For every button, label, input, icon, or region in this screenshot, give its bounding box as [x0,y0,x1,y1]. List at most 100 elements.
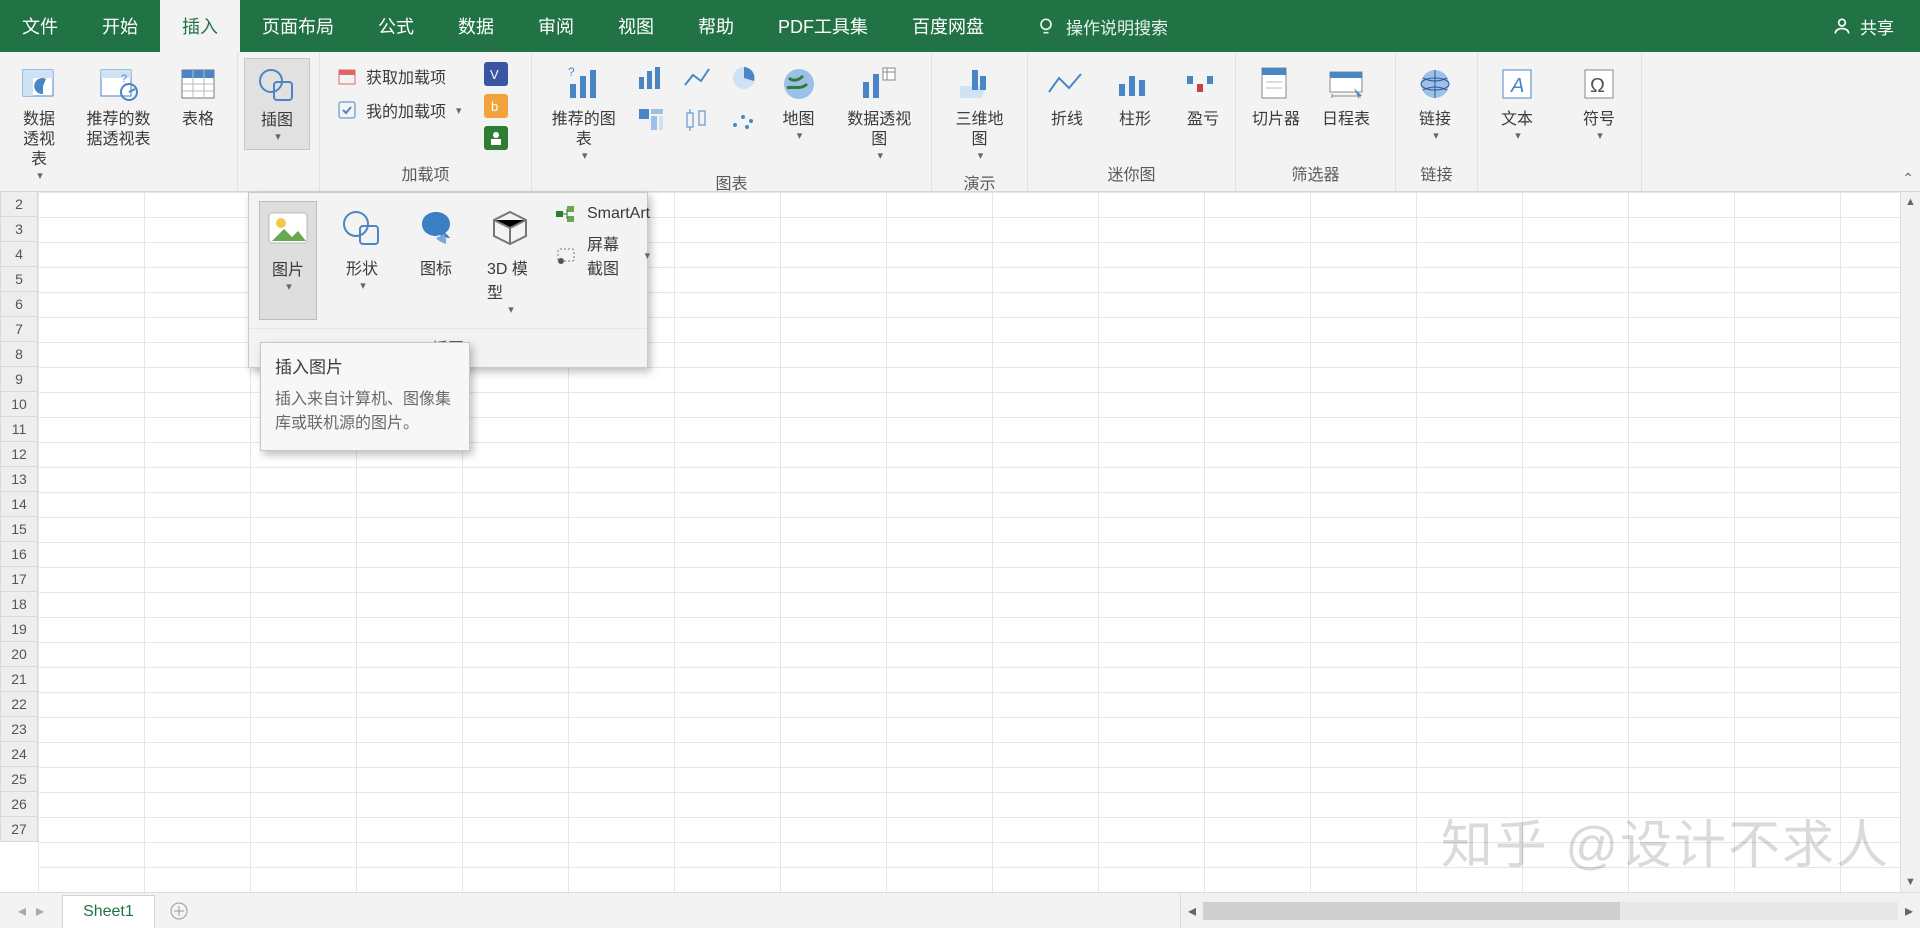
add-sheet-button[interactable] [155,893,203,928]
recommended-charts-button[interactable]: ? 推荐的图表▾ [540,58,628,168]
hscroll-thumb[interactable] [1203,902,1620,920]
row-header[interactable]: 7 [0,317,38,342]
table-button[interactable]: 表格 [167,58,229,134]
row-header[interactable]: 23 [0,717,38,742]
timeline-button[interactable]: 日程表 [1314,58,1378,134]
row-header[interactable]: 27 [0,817,38,842]
row-header[interactable]: 21 [0,667,38,692]
group-illustrations: 插图▾ [238,52,320,191]
sparkline-line-button[interactable]: 折线 [1036,58,1098,134]
row-header[interactable]: 25 [0,767,38,792]
scroll-left-icon[interactable]: ◂ [1181,901,1203,921]
hierarchy-chart-icon[interactable] [634,102,670,138]
nav-next-icon[interactable]: ▸ [36,901,44,921]
sheet-nav[interactable]: ◂ ▸ [0,893,62,928]
shapes-label: 形状 [346,255,378,279]
my-addins-button[interactable]: 我的加载项▾ [328,96,470,124]
sparkline-line-label: 折线 [1051,110,1083,130]
vertical-scrollbar[interactable]: ▲ ▼ [1900,192,1920,892]
insert-picture-button[interactable]: 图片▾ [259,201,317,320]
sheet-tab[interactable]: Sheet1 [62,895,155,928]
sparkline-column-button[interactable]: 柱形 [1104,58,1166,134]
scroll-up-icon[interactable]: ▲ [1901,192,1920,212]
group-charts: ? 推荐的图表▾ 地图▾ 数据透视图▾ 图表 [532,52,932,191]
statistic-chart-icon[interactable] [680,102,716,138]
row-header[interactable]: 18 [0,592,38,617]
line-chart-icon[interactable] [680,60,716,96]
tab-home[interactable]: 开始 [80,0,160,52]
illustrations-button[interactable]: 插图▾ [244,58,310,150]
group-tables: 数据透视表▾ ? 推荐的数据透视表 表格 表格 [0,52,238,191]
row-header[interactable]: 19 [0,617,38,642]
row-header[interactable]: 26 [0,792,38,817]
people-graph-icon[interactable] [484,126,510,152]
icons-icon [413,205,459,251]
scroll-down-icon[interactable]: ▼ [1901,872,1920,892]
row-header[interactable]: 2 [0,192,38,217]
row-header[interactable]: 20 [0,642,38,667]
row-header[interactable]: 4 [0,242,38,267]
tab-insert[interactable]: 插入 [160,0,240,52]
collapse-ribbon-icon[interactable]: ⌃ [1902,170,1914,187]
horizontal-scrollbar[interactable]: ◂ ▸ [1180,893,1920,928]
tab-pdf-tools[interactable]: PDF工具集 [756,0,890,52]
row-header[interactable]: 22 [0,692,38,717]
row-header[interactable]: 14 [0,492,38,517]
recommended-pivot-button[interactable]: ? 推荐的数据透视表 [76,58,161,154]
tab-formulas[interactable]: 公式 [356,0,436,52]
row-header[interactable]: 9 [0,367,38,392]
smartart-button[interactable]: SmartArt [555,203,650,225]
visio-icon[interactable]: V [484,62,510,88]
table-label: 表格 [182,110,214,130]
maps-button[interactable]: 地图▾ [768,58,830,148]
row-header[interactable]: 24 [0,742,38,767]
row-header[interactable]: 16 [0,542,38,567]
bing-icon[interactable]: b [484,94,510,120]
nav-prev-icon[interactable]: ◂ [18,901,26,921]
pie-chart-icon[interactable] [726,60,762,96]
svg-text:b: b [491,99,498,114]
text-button[interactable]: A 文本▾ [1486,58,1548,148]
row-header[interactable]: 11 [0,417,38,442]
get-addins-button[interactable]: 获取加载项 [328,62,470,90]
3d-models-button[interactable]: 3D 模型▾ [481,201,539,320]
symbol-label: 符号 [1583,110,1615,130]
svg-text:V: V [490,67,499,82]
3d-map-button[interactable]: 三维地图▾ [940,58,1019,168]
tab-baidu-netdisk[interactable]: 百度网盘 [890,0,1006,52]
pivottable-button[interactable]: 数据透视表▾ [8,58,70,188]
tab-review[interactable]: 审阅 [516,0,596,52]
tab-view[interactable]: 视图 [596,0,676,52]
my-addins-label: 我的加载项 [366,98,446,122]
symbol-button[interactable]: Ω 符号▾ [1568,58,1630,148]
tab-help[interactable]: 帮助 [676,0,756,52]
tab-file[interactable]: 文件 [0,0,80,52]
row-header[interactable]: 12 [0,442,38,467]
share-button[interactable]: 共享 [1806,0,1920,52]
scatter-chart-icon[interactable] [726,102,762,138]
pivotchart-button[interactable]: 数据透视图▾ [836,58,924,168]
tab-page-layout[interactable]: 页面布局 [240,0,356,52]
link-button[interactable]: 链接▾ [1404,58,1466,148]
row-header[interactable]: 13 [0,467,38,492]
row-header[interactable]: 15 [0,517,38,542]
3d-map-icon [958,62,1002,106]
row-header[interactable]: 17 [0,567,38,592]
recommended-charts-label: 推荐的图表 [548,110,620,150]
row-header[interactable]: 6 [0,292,38,317]
row-header[interactable]: 3 [0,217,38,242]
column-chart-icon[interactable] [634,60,670,96]
tab-data[interactable]: 数据 [436,0,516,52]
slicer-button[interactable]: 切片器 [1244,58,1308,134]
icons-button[interactable]: 图标 [407,201,465,320]
recommended-pivot-label: 推荐的数据透视表 [84,110,153,150]
scroll-right-icon[interactable]: ▸ [1898,901,1920,921]
tell-me-label: 操作说明搜索 [1066,14,1168,39]
sparkline-winloss-button[interactable]: 盈亏 [1172,58,1234,134]
tell-me-search[interactable]: 操作说明搜索 [1036,0,1168,52]
screenshot-button[interactable]: 屏幕截图▾ [555,231,650,279]
shapes-button[interactable]: 形状▾ [333,201,391,320]
row-header[interactable]: 8 [0,342,38,367]
row-header[interactable]: 10 [0,392,38,417]
row-header[interactable]: 5 [0,267,38,292]
